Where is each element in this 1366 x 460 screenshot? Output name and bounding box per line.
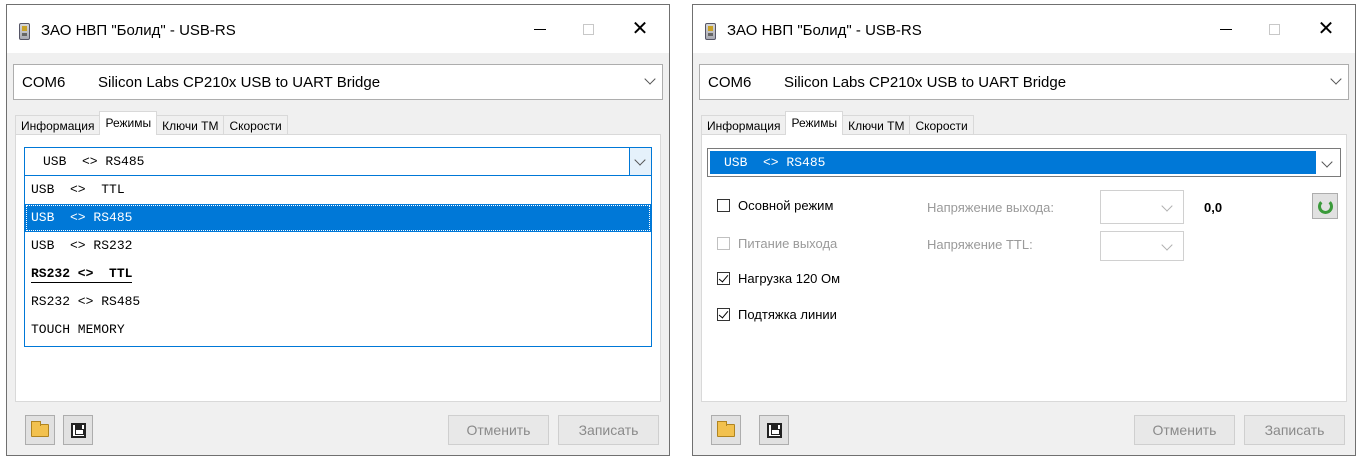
chevron-down-icon	[634, 154, 646, 166]
cancel-button[interactable]: Отменить	[1134, 415, 1235, 445]
chevron-down-icon	[1161, 200, 1173, 212]
title-bar[interactable]: ЗАО НВП "Болид" - USB-RS ✕	[693, 5, 1355, 53]
port-name: COM6	[22, 74, 66, 91]
mode-option[interactable]: RS232 <> RS485	[25, 288, 651, 316]
output-voltage-select[interactable]	[1100, 190, 1184, 224]
line-pullup-checkbox[interactable]: Подтяжка линии	[717, 307, 837, 322]
chevron-down-icon	[644, 73, 656, 85]
close-icon: ✕	[1317, 18, 1335, 40]
mode-option[interactable]: TOUCH MEMORY	[25, 316, 651, 344]
port-select[interactable]: COM6 Silicon Labs CP210x USB to UART Bri…	[699, 64, 1349, 100]
checkbox-label: Подтяжка линии	[738, 307, 837, 322]
power-output-checkbox[interactable]: Питание выхода	[717, 236, 837, 251]
tab-tm-keys[interactable]: Ключи ТМ	[842, 115, 911, 135]
main-mode-checkbox[interactable]: Осовной режим	[717, 198, 833, 213]
ttl-voltage-label: Напряжение TTL:	[927, 237, 1033, 252]
maximize-icon	[1268, 23, 1280, 35]
minimize-icon	[534, 28, 546, 30]
close-button[interactable]: ✕	[617, 13, 663, 45]
tab-panel-modes: USB <> RS485 Осовной режим Питание выход…	[701, 134, 1347, 402]
refresh-button[interactable]	[1312, 193, 1338, 219]
tab-modes[interactable]: Режимы	[99, 111, 158, 135]
app-icon	[705, 23, 716, 40]
mode-select[interactable]: USB <> RS485	[707, 148, 1341, 177]
checkbox-box-checked	[717, 308, 730, 321]
checkbox-label: Осовной режим	[738, 198, 834, 213]
checkbox-label: Нагрузка 120 Ом	[738, 271, 841, 286]
load-120-checkbox[interactable]: Нагрузка 120 Ом	[717, 271, 840, 286]
maximize-icon	[582, 23, 594, 35]
checkbox-box	[717, 237, 730, 250]
minimize-button[interactable]	[517, 13, 563, 45]
mode-select-highlight: USB <> RS485	[710, 151, 1316, 174]
close-icon: ✕	[631, 18, 649, 40]
folder-open-icon	[31, 420, 49, 437]
mode-option-selected[interactable]: USB <> RS485	[25, 204, 651, 232]
tab-speeds[interactable]: Скорости	[909, 115, 974, 135]
write-button[interactable]: Записать	[558, 415, 659, 445]
open-file-button[interactable]	[711, 415, 741, 445]
port-device: Silicon Labs CP210x USB to UART Bridge	[98, 74, 381, 91]
open-file-button[interactable]	[25, 415, 55, 445]
checkbox-label: Питание выхода	[738, 236, 838, 251]
mode-dropdown-list: USB <> TTL USB <> RS485 USB <> RS232 RS2…	[24, 176, 652, 347]
close-button[interactable]: ✕	[1303, 13, 1349, 45]
mode-option[interactable]: USB <> TTL	[25, 176, 651, 204]
window-left: ЗАО НВП "Болид" - USB-RS ✕ COM6 Silicon …	[6, 4, 670, 456]
save-icon	[766, 422, 782, 438]
chevron-down-icon	[1161, 239, 1173, 251]
cancel-button[interactable]: Отменить	[448, 415, 549, 445]
tab-panel-modes: USB <> RS485 USB <> TTL USB <> RS485 USB…	[15, 134, 661, 402]
window-title: ЗАО НВП "Болид" - USB-RS	[727, 22, 922, 39]
mode-option-label: RS232 <> TTL	[31, 266, 133, 283]
write-button[interactable]: Записать	[1244, 415, 1345, 445]
tab-bar: Информация Режимы Ключи ТМ Скорости	[701, 111, 974, 135]
minimize-icon	[1220, 28, 1232, 30]
save-file-button[interactable]	[759, 415, 789, 445]
port-name: COM6	[708, 74, 752, 91]
output-voltage-label: Напряжение выхода:	[927, 200, 1054, 215]
chevron-down-icon	[1321, 156, 1333, 168]
tab-modes[interactable]: Режимы	[785, 111, 844, 135]
mode-select-toggle[interactable]	[629, 148, 651, 175]
mode-option[interactable]: RS232 <> TTL	[25, 260, 651, 288]
checkbox-box-checked	[717, 272, 730, 285]
maximize-button[interactable]	[565, 13, 611, 45]
title-bar[interactable]: ЗАО НВП "Болид" - USB-RS ✕	[7, 5, 669, 53]
window-title: ЗАО НВП "Болид" - USB-RS	[41, 22, 236, 39]
maximize-button[interactable]	[1251, 13, 1297, 45]
tab-info[interactable]: Информация	[15, 115, 101, 135]
mode-select-value: USB <> RS485	[43, 154, 145, 169]
tab-info[interactable]: Информация	[701, 115, 787, 135]
ttl-voltage-select[interactable]	[1100, 231, 1184, 261]
checkbox-box	[717, 199, 730, 212]
mode-select-value: USB <> RS485	[724, 155, 826, 170]
tab-tm-keys[interactable]: Ключи ТМ	[156, 115, 225, 135]
minimize-button[interactable]	[1203, 13, 1249, 45]
port-select[interactable]: COM6 Silicon Labs CP210x USB to UART Bri…	[13, 64, 663, 100]
voltage-value: 0,0	[1204, 200, 1223, 215]
save-file-button[interactable]	[63, 415, 93, 445]
save-icon	[70, 422, 86, 438]
port-device: Silicon Labs CP210x USB to UART Bridge	[784, 74, 1067, 91]
mode-option[interactable]: USB <> RS232	[25, 232, 651, 260]
folder-open-icon	[717, 420, 735, 437]
chevron-down-icon	[1330, 73, 1342, 85]
tab-speeds[interactable]: Скорости	[223, 115, 288, 135]
mode-select[interactable]: USB <> RS485	[24, 147, 652, 176]
window-right: ЗАО НВП "Болид" - USB-RS ✕ COM6 Silicon …	[692, 4, 1356, 456]
tab-bar: Информация Режимы Ключи ТМ Скорости	[15, 111, 288, 135]
refresh-icon	[1317, 198, 1333, 214]
app-icon	[19, 23, 30, 40]
